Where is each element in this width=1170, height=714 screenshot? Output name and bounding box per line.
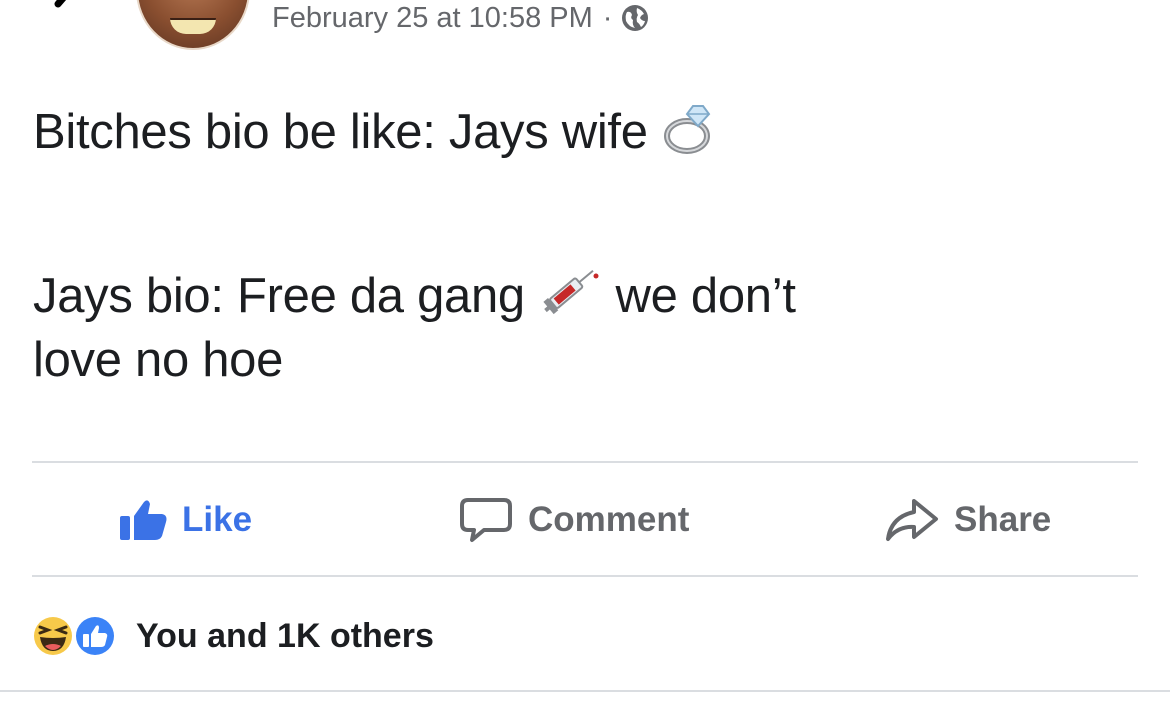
- comment-button[interactable]: Comment: [458, 492, 689, 548]
- ring-emoji-icon: [664, 105, 711, 154]
- like-button[interactable]: Like: [118, 492, 252, 548]
- post-line-3: love no hoe: [33, 333, 284, 387]
- post-line-1: Bitches bio be like: Jays wife: [33, 100, 1133, 164]
- meta-separator: ·: [602, 1, 613, 34]
- comment-label: Comment: [528, 500, 690, 539]
- globe-icon: [622, 5, 649, 31]
- reaction-icons: [30, 611, 130, 661]
- share-label: Share: [954, 500, 1052, 539]
- more-dots-icon[interactable]: [1090, 0, 1140, 6]
- divider-bottom: [0, 690, 1170, 692]
- share-arrow-icon: [886, 499, 938, 541]
- syringe-emoji-icon: [543, 269, 599, 315]
- reactions-summary[interactable]: You and 1K others: [30, 610, 434, 662]
- avatar-mouth: [170, 18, 216, 34]
- facebook-post: February 25 at 10:58 PM · Bitches bio be…: [0, 0, 1170, 714]
- post-meta: February 25 at 10:58 PM ·: [272, 0, 650, 36]
- avatar[interactable]: [136, 0, 250, 50]
- divider-mid: [32, 575, 1138, 577]
- chevron-left-icon[interactable]: [38, 0, 98, 30]
- like-reaction-icon: [73, 614, 117, 658]
- post-body: Bitches bio be like: Jays wife Jays bio:…: [33, 100, 1133, 392]
- post-line-2: Jays bio: Free da gang we don’t: [33, 260, 1133, 328]
- reaction-summary-text: You and 1K others: [136, 616, 434, 655]
- thumbs-up-icon: [120, 500, 167, 540]
- comment-bubble-icon: [460, 498, 512, 542]
- share-button[interactable]: Share: [884, 492, 1051, 548]
- haha-icon: [31, 614, 75, 658]
- divider-top: [32, 461, 1138, 463]
- post-line-2-text: Jays bio: Free da gang: [33, 269, 525, 323]
- like-label: Like: [182, 500, 253, 539]
- post-line-1-text: Bitches bio be like: Jays wife: [33, 105, 648, 159]
- post-line-2-end: we don’t: [615, 269, 796, 323]
- post-timestamp[interactable]: February 25 at 10:58 PM: [272, 2, 593, 35]
